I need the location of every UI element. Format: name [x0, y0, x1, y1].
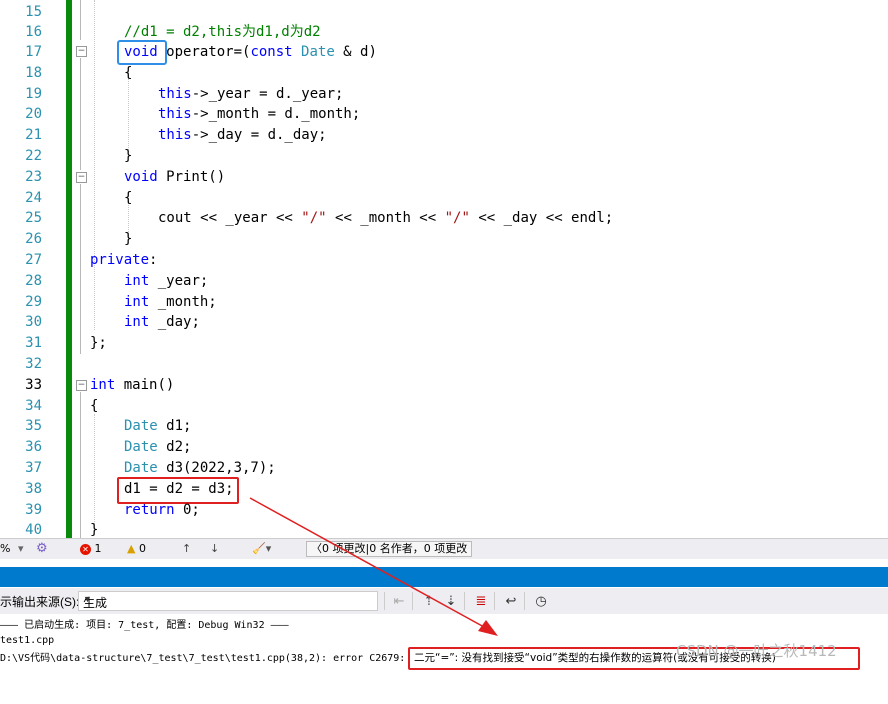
annotation-arrow [249, 497, 498, 636]
